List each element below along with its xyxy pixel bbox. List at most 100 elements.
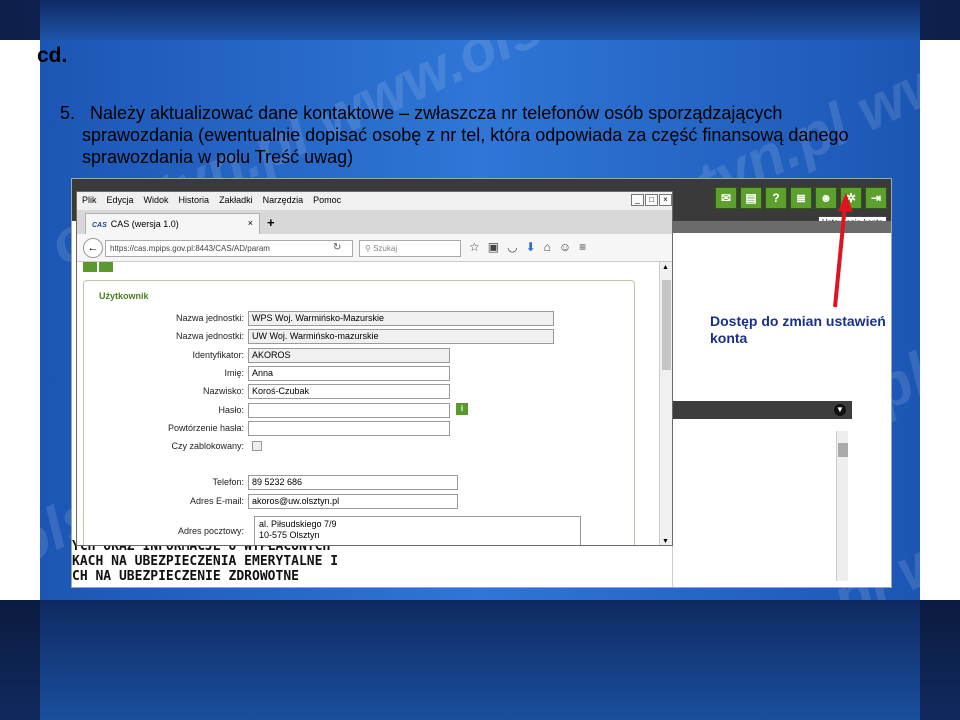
field-label: Identyfikator: [192,350,244,360]
pocket-icon[interactable]: ◡ [507,240,517,254]
background-text-line: CH NA UBEZPIECZENIE ZDROWOTNE [72,569,299,584]
reload-icon[interactable]: ↻ [333,242,341,253]
point-number: 5. [60,103,76,123]
browser-scrollbar[interactable]: ▲ ▼ [659,262,672,545]
field-row: Nazwa jednostki: WPS Woj. Warmińsko-Mazu… [84,311,636,327]
menu-item-widok[interactable]: Widok [139,192,174,208]
slide-paragraph: 5. Należy aktualizować dane kontaktowe – … [60,102,920,168]
document-icon[interactable]: ▤ [740,187,762,209]
field-row: Imię: Anna [84,366,636,382]
field-row: Identyfikator: AKOROS [84,348,636,364]
navigation-bar: ← https://cas.mpips.gov.pl:8443/CAS/AD/p… [77,234,672,262]
field-row: Adres pocztowy: al. Piłsudskiego 7/9 10-… [84,516,636,545]
page-content: Użytkownik Nazwa jednostki: WPS Woj. War… [77,262,661,545]
scroll-up-icon[interactable]: ▲ [662,264,669,271]
form-actions [83,262,113,272]
address-line: 10-575 Olsztyn [259,530,320,540]
field-row: Nazwisko: Koroś-Czubak [84,384,636,400]
menu-item-narzedzia[interactable]: Narzędzia [258,192,309,208]
menu-item-pomoc[interactable]: Pomoc [308,192,346,208]
exit-icon[interactable]: ⇥ [865,187,887,209]
save-icon[interactable] [83,262,97,272]
unit-name-field: WPS Woj. Warmińsko-Mazurskie [248,311,554,326]
minimize-icon[interactable]: _ [631,194,644,206]
blocked-checkbox[interactable] [252,441,262,451]
info-icon[interactable]: i [456,403,468,415]
tab-strip: CAS CAS (wersja 1.0) × + [77,210,672,234]
field-label: Nazwisko: [202,386,244,396]
scrollbar-thumb[interactable] [662,280,671,370]
field-label: Adres E-mail: [189,496,244,506]
bookmark-star-icon[interactable]: ☆ [469,240,480,254]
email-field[interactable]: akoros@uw.olsztyn.pl [248,494,458,509]
background-scrollbar[interactable] [836,431,848,581]
browser-window: Plik Edycja Widok Historia Zakładki Narzędzia… [76,191,673,546]
tab-title: CAS (wersja 1.0) [110,219,179,229]
annotation-line: Dostęp do zmian ustawień [710,313,886,329]
background-panel-header: ▼ [672,401,852,419]
hello-icon[interactable]: ☺ [559,240,571,254]
slide-top-band [0,0,960,40]
field-label: Telefon: [212,477,244,487]
hamburger-menu-icon[interactable]: ≡ [579,240,586,254]
user-icon[interactable]: ☻ [815,187,837,209]
close-icon[interactable]: × [659,194,672,206]
point-line3: sprawozdania w polu Treść uwag) [82,147,354,167]
annotation-label: Dostęp do zmian ustawień konta [710,313,886,347]
annotation-line: konta [710,330,748,346]
new-tab-button[interactable]: + [267,215,275,230]
window-controls: _ □ × [631,194,672,206]
first-name-field[interactable]: Anna [248,366,450,381]
unit-name-field-2: UW Woj. Warmińsko-mazurskie [248,329,554,344]
search-placeholder: Szukaj [373,244,398,253]
mail-icon[interactable]: ✉ [715,187,737,209]
field-label: Powtórzenie hasła: [167,423,244,433]
password-repeat-field[interactable] [248,421,450,436]
report-icon[interactable]: ≣ [790,187,812,209]
download-icon[interactable]: ⬇ [526,240,536,254]
field-row: Telefon: 89 5232 686 [84,475,636,491]
home-icon[interactable]: ⌂ [544,240,551,254]
menu-item-historia[interactable]: Historia [174,192,215,208]
menu-item-zakladki[interactable]: Zakładki [214,192,258,208]
back-arrow-icon[interactable]: ← [83,238,103,258]
scrollbar-thumb[interactable] [838,443,848,457]
cas-logo: CAS [92,222,107,229]
slide-right-margin [920,40,960,600]
tab-close-icon[interactable]: × [248,218,253,228]
address-line: al. Piłsudskiego 7/9 [259,519,337,529]
settings-gear-icon[interactable]: ✲ [840,187,862,209]
browser-menubar: Plik Edycja Widok Historia Zakładki Narzędzia… [77,192,672,210]
maximize-icon[interactable]: □ [645,194,658,206]
menu-item-edycja[interactable]: Edycja [102,192,139,208]
user-fieldset: Użytkownik Nazwa jednostki: WPS Woj. War… [83,280,636,545]
help-icon[interactable]: ? [765,187,787,209]
menu-item-plik[interactable]: Plik [77,192,102,208]
scroll-down-icon[interactable]: ▼ [662,538,669,545]
chevron-down-icon[interactable]: ▼ [834,404,846,416]
field-label: Adres pocztowy: [177,526,244,536]
point-line1: Należy aktualizować dane kontaktowe – zw… [90,103,783,123]
field-row: Powtórzenie hasła: [84,421,636,437]
reading-list-icon[interactable]: ▣ [488,240,499,254]
last-name-field[interactable]: Koroś-Czubak [248,384,450,399]
browser-tools: ☆ ▣ ◡ ⬇ ⌂ ☺ ≡ [469,240,586,254]
field-row: Hasło: i [84,403,636,419]
url-bar[interactable]: https://cas.mpips.gov.pl:8443/CAS/AD/par… [105,240,353,257]
field-label: Imię: [224,368,244,378]
slide-bottom-band [0,600,960,720]
search-input[interactable]: ⚲ Szukaj [359,240,461,257]
password-field[interactable] [248,403,450,418]
phone-field[interactable]: 89 5232 686 [248,475,458,490]
app-subheader [672,221,891,233]
cancel-icon[interactable] [99,262,113,272]
field-label: Czy zablokowany: [171,441,244,451]
point-line2: sprawozdania (ewentualnie dopisać osobę … [82,125,849,145]
background-text-line: KACH NA UBEZPIECZENIA EMERYTALNE I [72,554,339,569]
tab-cas[interactable]: CAS CAS (wersja 1.0) × [85,213,260,234]
app-toolbar: ✉ ▤ ? ≣ ☻ ✲ ⇥ [715,187,887,209]
field-row: Adres E-mail: akoros@uw.olsztyn.pl [84,494,636,510]
postal-address-field[interactable]: al. Piłsudskiego 7/9 10-575 Olsztyn [254,516,581,545]
slide-left-margin [0,40,40,600]
field-row: Czy zablokowany: [84,439,636,455]
